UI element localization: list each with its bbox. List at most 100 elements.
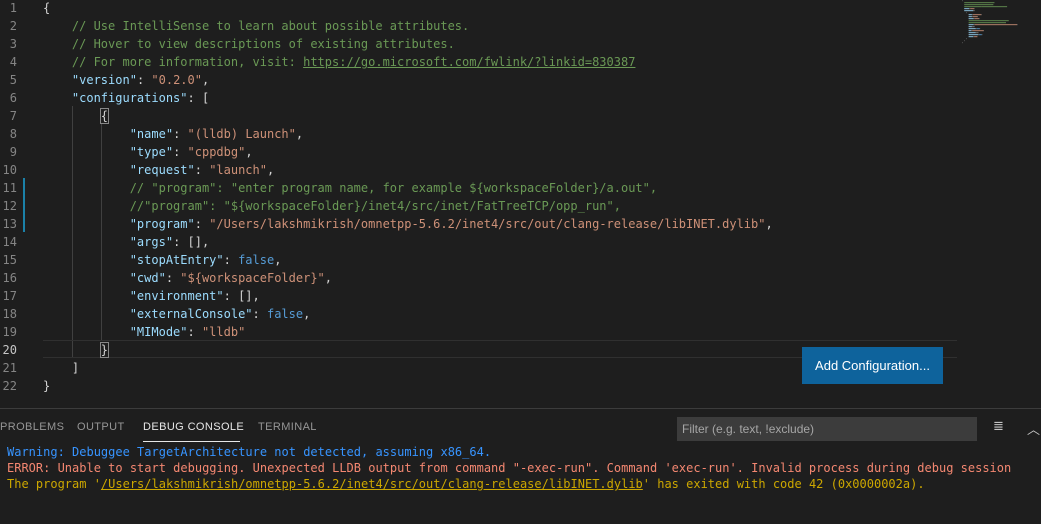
- minimap-token: [975, 32, 979, 34]
- code-text: "type": "cppdbg",: [129, 145, 253, 159]
- code-line: 18 "externalConsole": false,: [0, 305, 960, 323]
- minimap-token: [968, 14, 972, 16]
- minimap-token: [966, 12, 967, 14]
- docs-link[interactable]: https://go.microsoft.com/fwlink/?linkid=…: [303, 55, 635, 69]
- minimap-token: [1017, 24, 1018, 26]
- minimap-token: [968, 22, 1006, 24]
- minimap-token: [968, 20, 1009, 22]
- minimap-token: [964, 6, 982, 8]
- code-text: {: [43, 1, 51, 15]
- code-line: 11 // "program": "enter program name, fo…: [0, 179, 960, 197]
- code-text: "request": "launch",: [129, 163, 275, 177]
- line-number: 10: [2, 163, 17, 177]
- line-number: 7: [9, 109, 17, 123]
- code-line: 6 "configurations": [: [0, 89, 960, 107]
- line-number: 5: [9, 73, 17, 87]
- active-tab-indicator: [143, 441, 240, 442]
- tab-terminal[interactable]: TERMINAL: [258, 421, 317, 433]
- minimap-token: [966, 38, 967, 40]
- code-text: }: [43, 379, 51, 393]
- code-text: "cwd": "${workspaceFolder}",: [129, 271, 333, 285]
- minimap-token: [964, 8, 970, 10]
- code-text: "MIMode": "lldb": [129, 325, 246, 339]
- code-text: // Use IntelliSense to learn about possi…: [71, 19, 470, 33]
- minimap-token: [971, 16, 973, 18]
- program-path-link[interactable]: /Users/lakshmikrish/omnetpp-5.6.2/inet4/…: [101, 477, 643, 491]
- line-number: 12: [2, 199, 17, 213]
- tab-problems[interactable]: PROBLEMS: [0, 421, 64, 433]
- minimap[interactable]: [962, 0, 1032, 45]
- minimap-token: [983, 30, 984, 32]
- code-line: 5 "version": "0.2.0",: [0, 71, 960, 89]
- line-number: 6: [9, 91, 17, 105]
- line-number: 1: [9, 1, 17, 15]
- console-error-line: ERROR: Unable to start debugging. Unexpe…: [7, 461, 1012, 475]
- line-number: 20: [2, 343, 17, 357]
- minimap-token: [964, 4, 994, 6]
- bottom-panel: PROBLEMS OUTPUT DEBUG CONSOLE TERMINAL ≣…: [0, 408, 1041, 524]
- line-number: 8: [9, 127, 17, 141]
- exit-prefix: The program ': [7, 477, 101, 491]
- minimap-token: [977, 34, 980, 36]
- code-text: // "program": "enter program name, for e…: [129, 181, 658, 195]
- minimap-token: [977, 16, 978, 18]
- minimap-token: [968, 30, 972, 32]
- minimap-token: [972, 30, 984, 32]
- code-line: 15 "stopAtEntry": false,: [0, 251, 960, 269]
- code-text: "name": "(lldb) Launch",: [129, 127, 304, 141]
- minimap-token: [981, 6, 1008, 8]
- minimap-token: [964, 40, 965, 42]
- minimap-token: [971, 14, 973, 16]
- code-text: // For more information, visit: https://…: [71, 55, 636, 69]
- clear-console-icon[interactable]: ≣: [993, 419, 1004, 434]
- minimap-token: [968, 32, 976, 34]
- line-number: 9: [9, 145, 17, 159]
- minimap-token: [973, 24, 975, 26]
- exit-suffix: ' has exited with code 42 (0x0000002a).: [642, 477, 925, 491]
- minimap-token: [964, 2, 995, 4]
- code-line: 9 "type": "cppdbg",: [0, 143, 960, 161]
- code-text: }: [99, 342, 110, 358]
- minimap-token: [968, 18, 974, 20]
- console-warning-line: Warning: Debuggee TargetArchitecture not…: [7, 445, 492, 459]
- minimap-token: [964, 10, 973, 12]
- code-text: "stopAtEntry": false,: [129, 253, 282, 267]
- code-text: "environment": [],: [129, 289, 260, 303]
- line-number: 18: [2, 307, 17, 321]
- line-number: 3: [9, 37, 17, 51]
- minimap-token: [974, 8, 975, 10]
- code-text: "configurations": [: [71, 91, 210, 105]
- filter-input[interactable]: [677, 417, 977, 441]
- line-number: 22: [2, 379, 17, 393]
- tab-debug-console[interactable]: DEBUG CONSOLE: [143, 421, 244, 433]
- add-configuration-button[interactable]: Add Configuration...: [802, 347, 943, 384]
- minimap-token: [975, 28, 977, 30]
- minimap-token: [976, 28, 980, 30]
- code-line: 1{: [0, 0, 960, 17]
- minimap-token: [979, 18, 980, 20]
- minimap-token: [971, 30, 973, 32]
- minimap-token: [974, 24, 1017, 26]
- minimap-token: [968, 16, 972, 18]
- tab-output[interactable]: OUTPUT: [77, 421, 125, 433]
- line-number: 19: [2, 325, 17, 339]
- code-line: 14 "args": [],: [0, 233, 960, 251]
- code-line: 16 "cwd": "${workspaceFolder}",: [0, 269, 960, 287]
- code-text: {: [99, 108, 110, 124]
- minimap-token: [969, 8, 971, 10]
- chevron-up-icon[interactable]: ︿: [1027, 419, 1040, 438]
- minimap-token: [974, 18, 980, 20]
- minimap-token: [968, 34, 978, 36]
- minimap-token: [973, 36, 975, 38]
- code-editor[interactable]: 1{2 // Use IntelliSense to learn about p…: [0, 0, 1041, 408]
- minimap-token: [968, 36, 973, 38]
- minimap-token: [962, 0, 963, 2]
- code-line: 17 "environment": [],: [0, 287, 960, 305]
- minimap-token: [981, 14, 982, 16]
- minimap-token: [973, 16, 978, 18]
- minimap-token: [968, 24, 974, 26]
- minimap-token: [981, 34, 983, 36]
- code-text: "program": "/Users/lakshmikrish/omnetpp-…: [129, 217, 773, 231]
- minimap-token: [974, 36, 978, 38]
- minimap-token: [968, 26, 972, 28]
